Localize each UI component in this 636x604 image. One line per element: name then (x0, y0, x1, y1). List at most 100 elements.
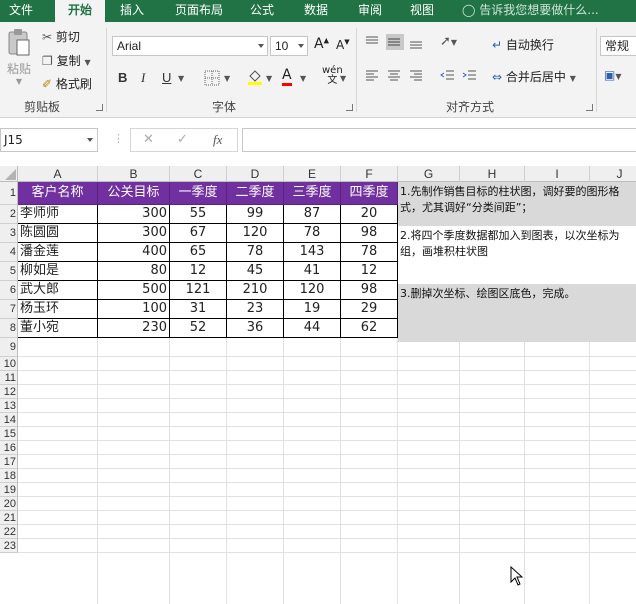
row-header-11[interactable]: 11 (0, 371, 18, 385)
table-header-cell[interactable]: 三季度 (284, 182, 341, 205)
column-header-f[interactable]: F (341, 166, 398, 182)
borders-button[interactable] (204, 70, 222, 86)
row-header-17[interactable]: 17 (0, 455, 18, 469)
table-value-cell[interactable]: 98 (341, 281, 398, 300)
cut-button[interactable]: ✂ 剪切 (42, 28, 80, 45)
clipboard-launcher-icon[interactable] (96, 104, 103, 111)
tab-data[interactable]: 数据 (294, 0, 338, 22)
table-header-cell[interactable]: 四季度 (341, 182, 398, 205)
font-size-select[interactable]: 10 (270, 36, 308, 56)
table-value-cell[interactable]: 78 (227, 243, 284, 262)
row-header-3[interactable]: 3 (0, 224, 18, 243)
row-header-23[interactable]: 23 (0, 539, 18, 553)
table-value-cell[interactable]: 23 (227, 300, 284, 319)
number-format-select[interactable]: 常规 (600, 36, 636, 56)
column-header-j[interactable]: J (590, 166, 636, 182)
decrease-font-size-button[interactable]: A▼ (336, 38, 350, 52)
table-value-cell[interactable]: 98 (341, 224, 398, 243)
align-right-button[interactable] (408, 68, 426, 84)
paste-button[interactable]: 粘贴 ▼ (4, 28, 34, 86)
chevron-down-icon[interactable]: ▼ (340, 74, 346, 83)
underline-button[interactable]: U (162, 70, 171, 85)
table-value-cell[interactable]: 143 (284, 243, 341, 262)
increase-font-size-button[interactable]: A▲ (314, 36, 329, 52)
font-color-button[interactable]: A (282, 67, 292, 86)
table-value-cell[interactable]: 300 (98, 224, 170, 243)
row-header-19[interactable]: 19 (0, 483, 18, 497)
align-bottom-button[interactable] (408, 34, 426, 50)
table-value-cell[interactable]: 52 (170, 319, 227, 338)
row-header-12[interactable]: 12 (0, 385, 18, 399)
fill-color-button[interactable] (246, 68, 264, 85)
bold-button[interactable]: B (118, 70, 127, 85)
table-value-cell[interactable]: 29 (341, 300, 398, 319)
row-header-21[interactable]: 21 (0, 511, 18, 525)
table-value-cell[interactable]: 36 (227, 319, 284, 338)
table-value-cell[interactable]: 45 (227, 262, 284, 281)
alignment-launcher-icon[interactable] (586, 104, 593, 111)
table-value-cell[interactable]: 31 (170, 300, 227, 319)
tab-formulas[interactable]: 公式 (242, 0, 282, 22)
customer-name-cell[interactable]: 潘金莲 (18, 243, 98, 262)
column-header-g[interactable]: G (398, 166, 460, 182)
table-value-cell[interactable]: 44 (284, 319, 341, 338)
tab-review[interactable]: 审阅 (348, 0, 392, 22)
row-header-1[interactable]: 1 (0, 182, 18, 205)
table-value-cell[interactable]: 230 (98, 319, 170, 338)
row-header-6[interactable]: 6 (0, 281, 18, 300)
italic-button[interactable]: I (141, 70, 145, 86)
format-painter-button[interactable]: ✐ 格式刷 (42, 75, 92, 92)
customer-name-cell[interactable]: 杨玉环 (18, 300, 98, 319)
table-value-cell[interactable]: 78 (341, 243, 398, 262)
chevron-down-icon[interactable]: ▼ (224, 74, 230, 83)
align-top-button[interactable] (364, 34, 382, 50)
select-all-corner[interactable] (0, 166, 18, 182)
tab-insert[interactable]: 插入 (110, 0, 154, 22)
table-header-cell[interactable]: 二季度 (227, 182, 284, 205)
row-header-18[interactable]: 18 (0, 469, 18, 483)
table-header-cell[interactable]: 公关目标 (98, 182, 170, 205)
orientation-button[interactable]: ➚▼ (440, 34, 457, 49)
table-value-cell[interactable]: 19 (284, 300, 341, 319)
increase-indent-button[interactable] (462, 68, 480, 84)
row-header-13[interactable]: 13 (0, 399, 18, 413)
chevron-down-icon[interactable]: ▼ (266, 74, 272, 83)
row-header-16[interactable]: 16 (0, 441, 18, 455)
table-header-cell[interactable]: 一季度 (170, 182, 227, 205)
customer-name-cell[interactable]: 李师师 (18, 205, 98, 224)
column-header-e[interactable]: E (284, 166, 341, 182)
table-header-cell[interactable]: 客户名称 (18, 182, 98, 205)
table-value-cell[interactable]: 500 (98, 281, 170, 300)
row-header-9[interactable]: 9 (0, 338, 18, 357)
table-value-cell[interactable]: 400 (98, 243, 170, 262)
copy-button[interactable]: ❐ 复制 ▼ (42, 52, 91, 69)
column-header-h[interactable]: H (460, 166, 525, 182)
wrap-text-button[interactable]: ↵ 自动换行 (492, 36, 554, 53)
customer-name-cell[interactable]: 董小宛 (18, 319, 98, 338)
table-value-cell[interactable]: 67 (170, 224, 227, 243)
row-header-2[interactable]: 2 (0, 205, 18, 224)
align-middle-button[interactable] (386, 34, 404, 50)
column-header-i[interactable]: I (525, 166, 590, 182)
table-value-cell[interactable]: 78 (284, 224, 341, 243)
table-value-cell[interactable]: 121 (170, 281, 227, 300)
tab-view[interactable]: 视图 (400, 0, 444, 22)
table-value-cell[interactable]: 120 (227, 224, 284, 243)
customer-name-cell[interactable]: 武大郎 (18, 281, 98, 300)
name-box[interactable]: J15 (0, 128, 98, 152)
table-value-cell[interactable]: 80 (98, 262, 170, 281)
column-header-c[interactable]: C (170, 166, 227, 182)
cancel-icon[interactable]: ✕ (143, 132, 154, 147)
table-value-cell[interactable]: 99 (227, 205, 284, 224)
table-value-cell[interactable]: 87 (284, 205, 341, 224)
table-value-cell[interactable]: 55 (170, 205, 227, 224)
accounting-format-button[interactable]: ▣▼ (604, 68, 622, 82)
decrease-indent-button[interactable] (440, 68, 458, 84)
chevron-down-icon[interactable]: ▼ (300, 74, 306, 83)
table-value-cell[interactable]: 62 (341, 319, 398, 338)
row-header-15[interactable]: 15 (0, 427, 18, 441)
tell-me-box[interactable]: ◯ 告诉我您想要做什么... (462, 0, 599, 22)
font-name-select[interactable]: Arial (112, 36, 268, 56)
tab-page-layout[interactable]: 页面布局 (168, 0, 230, 22)
table-value-cell[interactable]: 300 (98, 205, 170, 224)
